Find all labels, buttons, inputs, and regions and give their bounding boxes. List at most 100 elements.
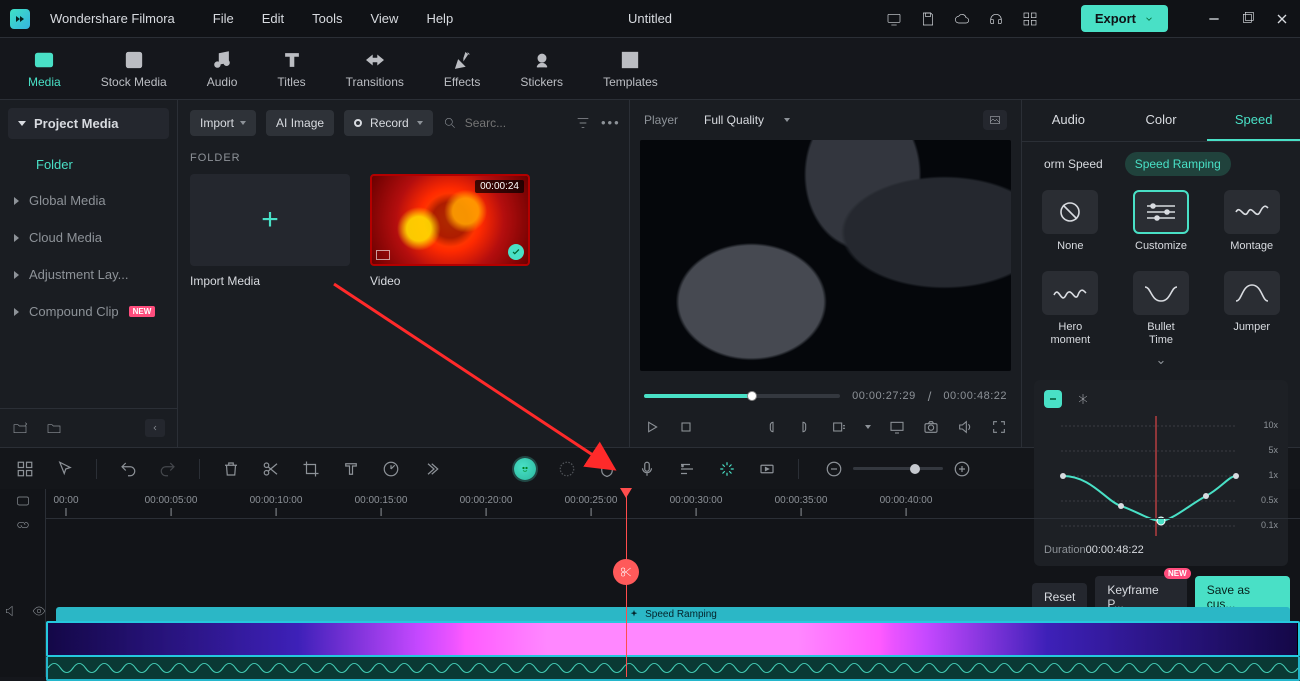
fullscreen-icon[interactable] <box>991 419 1007 435</box>
tab-templates[interactable]: Templates <box>603 49 658 89</box>
layout-icon[interactable] <box>16 460 34 478</box>
menu-help[interactable]: Help <box>426 11 453 26</box>
preset-customize[interactable]: Customize <box>1125 190 1198 253</box>
export-button[interactable]: Export <box>1081 5 1168 32</box>
ramp-toggle[interactable] <box>1044 390 1062 408</box>
sidebar-item-global-media[interactable]: Global Media <box>0 182 177 219</box>
audio-mixer-icon[interactable] <box>678 460 696 478</box>
play-button[interactable] <box>644 419 660 435</box>
new-bin-icon[interactable] <box>46 420 62 436</box>
ai-image-button[interactable]: AI Image <box>266 110 334 136</box>
collapse-sidebar[interactable] <box>145 419 165 437</box>
chevron-down-icon[interactable] <box>865 425 871 429</box>
search-input[interactable] <box>463 115 523 131</box>
tab-media[interactable]: Media <box>28 49 61 89</box>
undo-icon[interactable] <box>119 460 137 478</box>
redo-icon[interactable] <box>159 460 177 478</box>
split-icon[interactable] <box>262 460 280 478</box>
video-clip[interactable]: Video <box>46 621 1300 657</box>
sidebar-item-adjustment-layer[interactable]: Adjustment Lay... <box>0 256 177 293</box>
voiceover-icon[interactable] <box>638 460 656 478</box>
mute-icon[interactable] <box>4 604 18 618</box>
visibility-icon[interactable] <box>32 604 46 618</box>
seek-slider[interactable] <box>644 394 840 398</box>
inspector-tab-speed[interactable]: Speed <box>1207 100 1300 141</box>
support-icon[interactable] <box>988 11 1004 27</box>
effects-icon <box>451 49 473 71</box>
snapshot-button[interactable] <box>983 110 1007 130</box>
tab-stickers[interactable]: Stickers <box>520 49 563 89</box>
menu-view[interactable]: View <box>370 11 398 26</box>
subtab-uniform-speed[interactable]: orm Speed <box>1034 152 1113 176</box>
preset-none[interactable]: None <box>1034 190 1107 253</box>
freeze-frame-icon[interactable] <box>1074 390 1092 408</box>
menu-tools[interactable]: Tools <box>312 11 342 26</box>
marker-icon[interactable] <box>598 460 616 478</box>
record-dropdown[interactable]: Record <box>344 110 433 136</box>
keyframe-tool-icon[interactable] <box>758 460 776 478</box>
crop-ratio-icon[interactable] <box>831 419 847 435</box>
zoom-out-icon[interactable] <box>825 460 843 478</box>
expand-presets[interactable]: ⌄ <box>1022 348 1300 372</box>
render-preview-icon[interactable] <box>718 460 736 478</box>
window-close[interactable] <box>1274 11 1290 27</box>
apps-icon[interactable] <box>1022 11 1038 27</box>
preset-jumper[interactable]: Jumper <box>1215 271 1288 347</box>
tab-effects[interactable]: Effects <box>444 49 480 89</box>
inspector-tab-audio[interactable]: Audio <box>1022 100 1115 141</box>
save-icon[interactable] <box>920 11 936 27</box>
quick-split-button[interactable] <box>613 559 639 585</box>
mark-out-icon[interactable] <box>797 419 813 435</box>
mark-in-icon[interactable] <box>763 419 779 435</box>
tab-titles[interactable]: Titles <box>277 49 305 89</box>
zoom-slider[interactable] <box>853 467 943 470</box>
sidebar-item-compound-clip[interactable]: Compound ClipNEW <box>0 293 177 330</box>
more-icon[interactable]: ••• <box>601 115 617 131</box>
cloud-icon[interactable] <box>954 11 970 27</box>
quality-select[interactable]: Full Quality <box>704 113 790 127</box>
menu-file[interactable]: File <box>213 11 234 26</box>
new-folder-icon[interactable] <box>12 420 28 436</box>
filter-icon[interactable] <box>575 115 591 131</box>
menu-edit[interactable]: Edit <box>262 11 284 26</box>
zoom-in-icon[interactable] <box>953 460 971 478</box>
timeline-ruler[interactable]: 00:00 00:00:05:00 00:00:10:00 00:00:15:0… <box>46 489 1300 519</box>
preset-hero-moment[interactable]: Hero moment <box>1034 271 1107 347</box>
chevron-down-icon <box>240 121 246 125</box>
folder-selected[interactable]: Folder <box>0 147 177 182</box>
display-icon[interactable] <box>889 419 905 435</box>
volume-icon[interactable] <box>957 419 973 435</box>
window-minimize[interactable] <box>1206 11 1222 27</box>
preset-montage[interactable]: Montage <box>1215 190 1288 253</box>
audio-waveform[interactable] <box>46 657 1300 681</box>
cursor-icon[interactable] <box>56 460 74 478</box>
inspector-tab-color[interactable]: Color <box>1115 100 1208 141</box>
preset-bullet-time[interactable]: Bullet Time <box>1125 271 1198 347</box>
speed-icon[interactable] <box>382 460 400 478</box>
ai-assistant-icon[interactable] <box>514 458 536 480</box>
crop-icon[interactable] <box>302 460 320 478</box>
window-maximize[interactable] <box>1240 11 1256 27</box>
link-icon[interactable] <box>0 513 45 537</box>
stop-button[interactable] <box>678 419 694 435</box>
subtab-speed-ramping[interactable]: Speed Ramping <box>1125 152 1231 176</box>
delete-icon[interactable] <box>222 460 240 478</box>
camera-icon[interactable] <box>923 419 939 435</box>
more-tools-icon[interactable] <box>422 460 440 478</box>
import-media-card[interactable]: + Import Media <box>190 174 350 288</box>
search-field[interactable] <box>443 115 523 131</box>
project-media-header[interactable]: Project Media <box>8 108 169 139</box>
timeline-tracks-area[interactable]: 00:00 00:00:05:00 00:00:10:00 00:00:15:0… <box>46 489 1300 677</box>
playhead[interactable] <box>626 489 627 677</box>
tab-stock-media[interactable]: Stock Media <box>101 49 167 89</box>
auto-ripple-icon[interactable] <box>0 489 45 513</box>
preview-canvas[interactable] <box>640 140 1011 371</box>
ai-secondary-icon[interactable] <box>558 460 576 478</box>
tab-transitions[interactable]: Transitions <box>346 49 404 89</box>
sidebar-item-cloud-media[interactable]: Cloud Media <box>0 219 177 256</box>
text-icon[interactable] <box>342 460 360 478</box>
video-clip-card[interactable]: 00:00:24 Video <box>370 174 530 288</box>
tab-audio[interactable]: Audio <box>207 49 238 89</box>
device-icon[interactable] <box>886 11 902 27</box>
import-dropdown[interactable]: Import <box>190 110 256 136</box>
